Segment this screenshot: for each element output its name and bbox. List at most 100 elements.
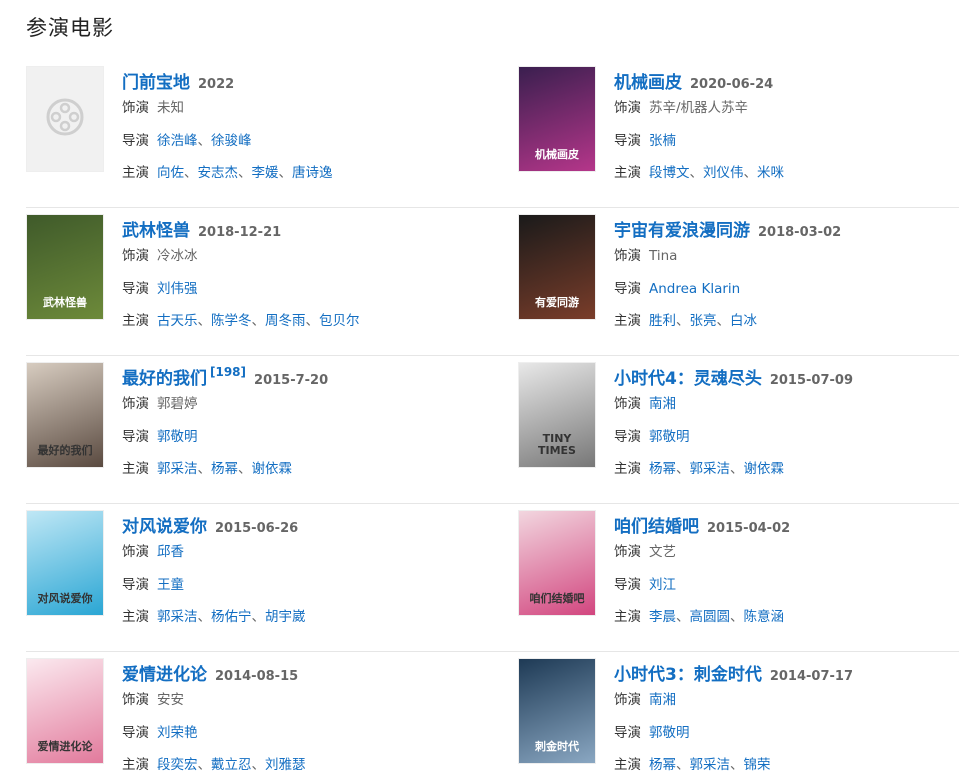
cast-line-link[interactable]: 郭采洁 [690, 461, 731, 477]
cast-line-link[interactable]: 锦荣 [744, 757, 771, 773]
role-line-link[interactable]: 南湘 [649, 692, 676, 708]
cast-line-label: 主演 [614, 461, 641, 477]
poster-placeholder [27, 67, 103, 171]
movie-poster[interactable]: 刺金时代 [518, 658, 596, 764]
cast-line-link[interactable]: 刘雅瑟 [265, 757, 306, 773]
cast-line-link[interactable]: 白冰 [730, 313, 757, 329]
poster-caption: 对风说爱你 [37, 591, 93, 605]
title-line: 门前宝地 2022 [122, 68, 333, 93]
director-line-link[interactable]: Andrea Klarin [649, 281, 740, 297]
cast-line-link[interactable]: 安志杰 [198, 165, 239, 181]
movie-title-link[interactable]: 小时代3：刺金时代 [614, 660, 762, 685]
director-line-label: 导演 [122, 724, 149, 741]
cast-line-link[interactable]: 陈学冬 [211, 313, 252, 329]
cast-line-link[interactable]: 戴立忍 [211, 757, 252, 773]
movie-title-link[interactable]: 门前宝地 [122, 68, 190, 93]
movie-title-link[interactable]: 机械画皮 [614, 68, 682, 93]
director-line-link[interactable]: 徐骏峰 [211, 133, 252, 149]
movie-info: 门前宝地 2022 饰演 未知 导演 徐浩峰、徐骏峰 主演 向佐、安志杰、李媛、唐诗逸 [122, 66, 333, 207]
movie-poster[interactable]: 对风说爱你 [26, 510, 104, 616]
cast-line-link[interactable]: 刘仪伟 [703, 165, 744, 181]
cast-line-link[interactable]: 段博文 [649, 165, 690, 181]
director-line-link[interactable]: 张楠 [649, 133, 676, 149]
movie-title-link[interactable]: 爱情进化论 [122, 660, 207, 685]
movie-poster[interactable]: 最好的我们 [26, 362, 104, 468]
separator: 、 [197, 132, 212, 149]
movie-title-link[interactable]: 最好的我们 [122, 364, 207, 389]
cast-line-link[interactable]: 李晨 [649, 609, 676, 625]
cast-line-link[interactable]: 杨幂 [649, 757, 676, 773]
director-line-link[interactable]: 郭敬明 [157, 429, 198, 445]
separator: 、 [184, 165, 198, 181]
movie-card: 有爱同游 宇宙有爱浪漫同游 2018-03-02 饰演 Tina 导演 Andrea Kla… [518, 208, 959, 355]
cast-line-link[interactable]: 古天乐 [157, 313, 198, 329]
movie-title-link[interactable]: 武林怪兽 [122, 216, 190, 241]
role-line: 饰演 冷冰冰 [122, 244, 360, 273]
director-line-link[interactable]: 郭敬明 [649, 725, 690, 741]
movie-info: 小时代3：刺金时代 2014-07-17 饰演 南湘 导演 郭敬明 主演 杨幂、郭采洁、锦荣 [614, 658, 853, 780]
movie-poster[interactable]: 机械画皮 [518, 66, 596, 172]
cast-line-link[interactable]: 郭采洁 [157, 609, 198, 625]
separator: 、 [251, 757, 266, 773]
cast-line-link[interactable]: 张亮 [690, 313, 717, 329]
role-line-label: 饰演 [122, 544, 149, 560]
movie-poster[interactable] [26, 66, 104, 172]
reference-link[interactable]: [198] [210, 365, 246, 379]
director-line-link[interactable]: 刘伟强 [157, 281, 198, 297]
cast-line-link[interactable]: 陈意涵 [744, 609, 785, 625]
separator: 、 [251, 313, 266, 329]
movie-title-link[interactable]: 小时代4：灵魂尽头 [614, 364, 762, 389]
movie-row: 最好的我们 最好的我们 [198] 2015-7-20 饰演 郭碧婷 导演 郭敬明 主演 郭采洁、… [26, 356, 959, 504]
cast-line-link[interactable]: 郭采洁 [690, 757, 731, 773]
cast-line-link[interactable]: 高圆圆 [690, 609, 731, 625]
cast-line-label: 主演 [614, 609, 641, 625]
cast-line-label: 主演 [614, 313, 641, 329]
poster-caption: 爱情进化论 [37, 739, 93, 753]
cast-line-link[interactable]: 向佐 [157, 165, 184, 181]
poster-caption: 武林怪兽 [43, 295, 87, 309]
director-line-label: 导演 [614, 428, 641, 445]
cast-line-link[interactable]: 谢依霖 [252, 461, 293, 477]
cast-line-link[interactable]: 李媛 [252, 165, 279, 181]
director-line-link[interactable]: 王童 [157, 577, 184, 593]
movie-title-link[interactable]: 对风说爱你 [122, 512, 207, 537]
cast-line-link[interactable]: 唐诗逸 [292, 165, 333, 181]
cast-line-link[interactable]: 包贝尔 [319, 313, 360, 329]
movie-poster[interactable]: TINY TIMES [518, 362, 596, 468]
cast-line-label: 主演 [122, 757, 149, 773]
cast-line-link[interactable]: 郭采洁 [157, 461, 198, 477]
movie-poster[interactable]: 武林怪兽 [26, 214, 104, 320]
role-line: 饰演 郭碧婷 [122, 392, 328, 421]
separator: 、 [716, 313, 731, 329]
movie-poster[interactable]: 咱们结婚吧 [518, 510, 596, 616]
movie-title-link[interactable]: 宇宙有爱浪漫同游 [614, 216, 750, 241]
movie-poster[interactable]: 爱情进化论 [26, 658, 104, 764]
release-date: 2018-03-02 [758, 225, 842, 240]
role-line-link[interactable]: 邱香 [157, 544, 184, 560]
cast-line-link[interactable]: 杨幂 [649, 461, 676, 477]
cast-line-label: 主演 [122, 609, 149, 625]
director-line-link[interactable]: 刘荣艳 [157, 725, 198, 741]
movie-poster[interactable]: 有爱同游 [518, 214, 596, 320]
cast-line-link[interactable]: 周冬雨 [265, 313, 306, 329]
cast-line-link[interactable]: 胜利 [649, 313, 676, 329]
director-line-label: 导演 [122, 280, 149, 297]
director-line-link[interactable]: 郭敬明 [649, 429, 690, 445]
cast-line-link[interactable]: 米咪 [757, 165, 784, 181]
role-line: 饰演 文艺 [614, 540, 790, 569]
role-line-link[interactable]: 南湘 [649, 396, 676, 412]
director-line-label: 导演 [614, 132, 641, 149]
movie-title-link[interactable]: 咱们结婚吧 [614, 512, 699, 537]
role-line: 饰演 南湘 [614, 392, 853, 421]
director-line-link[interactable]: 徐浩峰 [157, 133, 198, 149]
release-date: 2014-07-17 [769, 669, 853, 684]
cast-line-link[interactable]: 杨佑宁 [211, 609, 252, 625]
cast-line-link[interactable]: 杨幂 [211, 461, 238, 477]
section-title: 参演电影 [26, 16, 114, 40]
cast-line-label: 主演 [122, 461, 149, 477]
cast-line-link[interactable]: 谢依霖 [744, 461, 785, 477]
director-line-link[interactable]: 刘江 [649, 577, 676, 593]
cast-line-link[interactable]: 段奕宏 [157, 757, 198, 773]
release-date: 2022 [198, 77, 235, 92]
cast-line-link[interactable]: 胡宇崴 [265, 609, 306, 625]
